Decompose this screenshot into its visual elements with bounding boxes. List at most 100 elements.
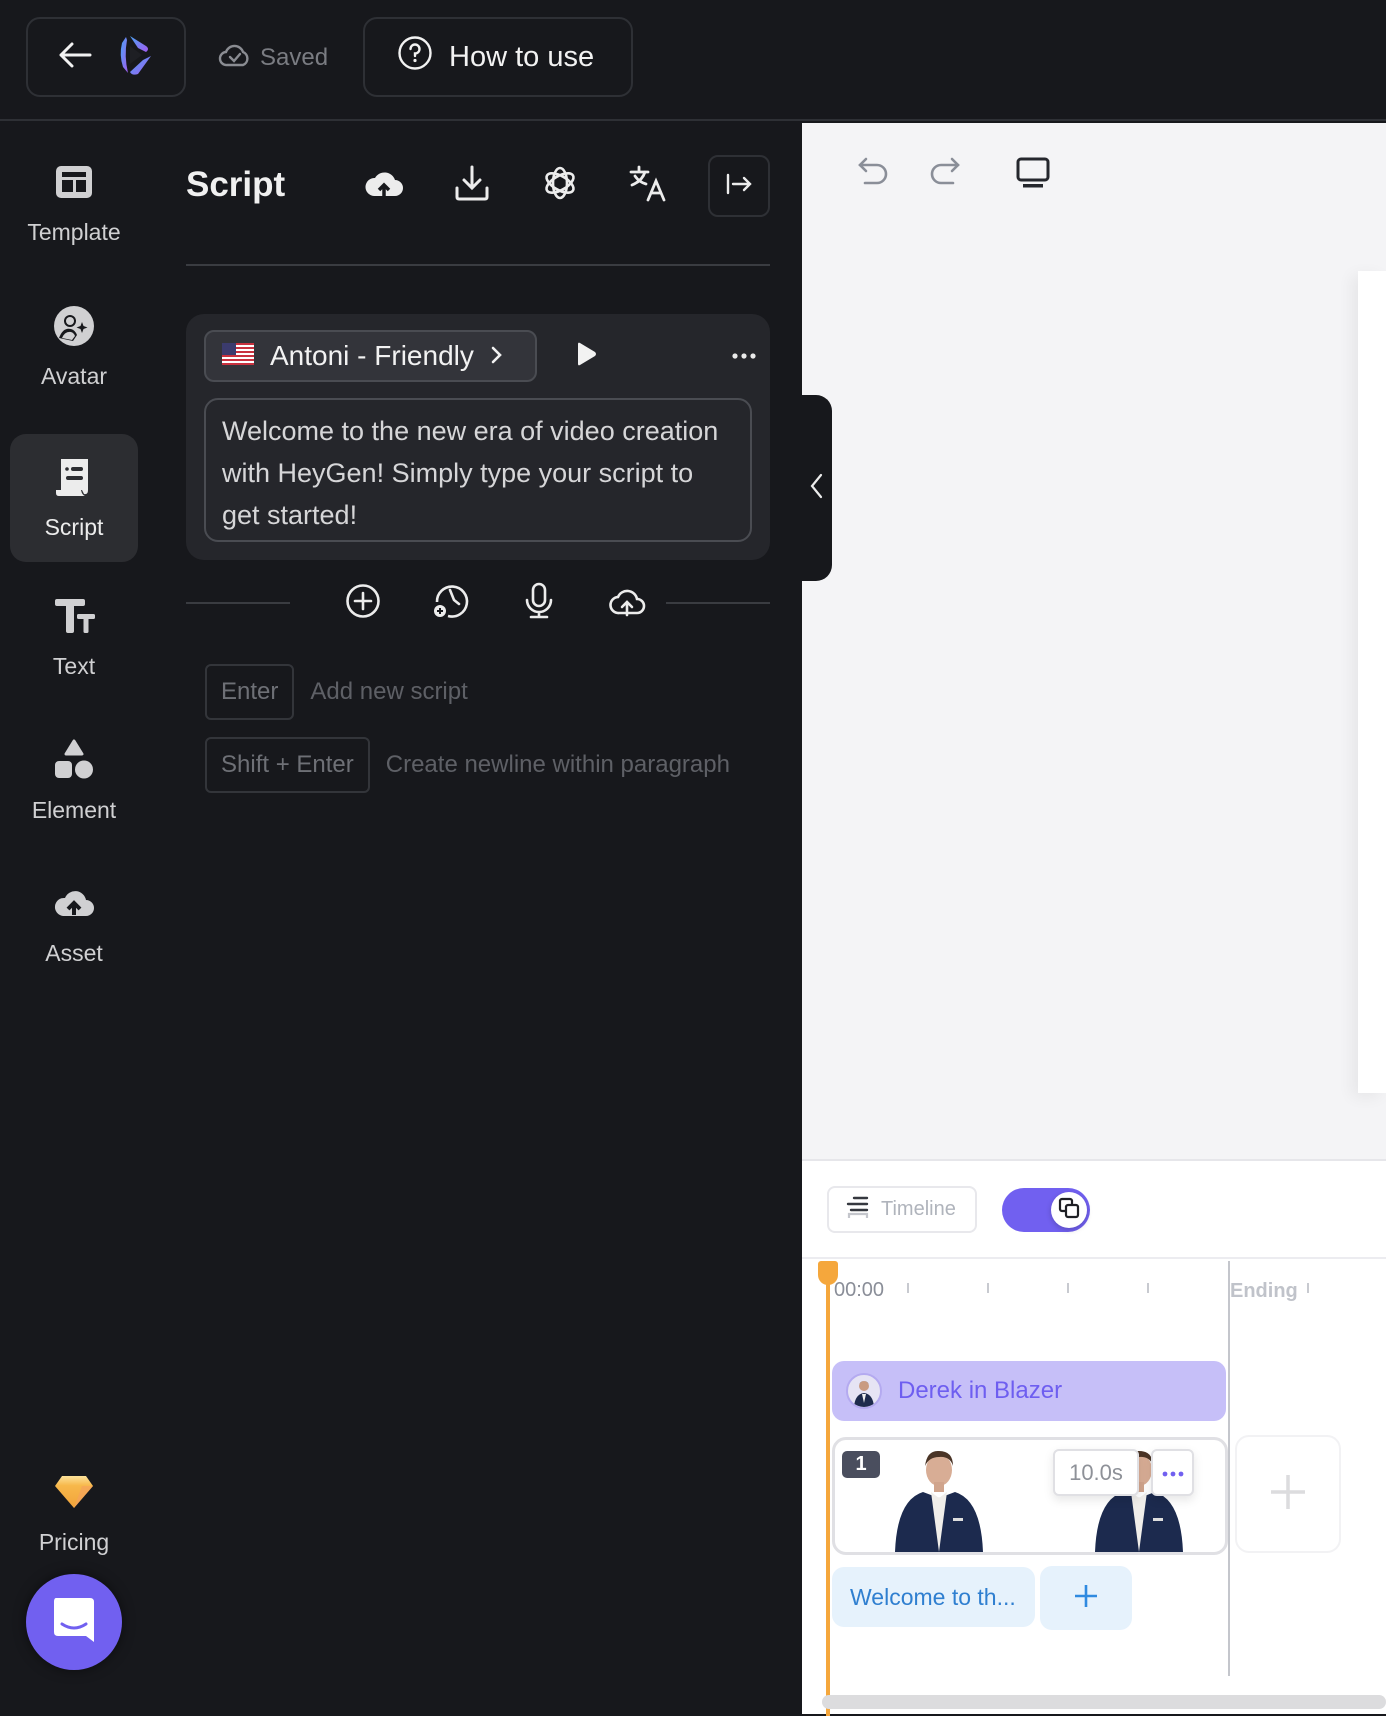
- monitor-icon: [1015, 156, 1051, 195]
- plus-icon: [1073, 1583, 1099, 1614]
- nav-item-element[interactable]: Element: [10, 717, 138, 845]
- ruler-tick: [987, 1283, 989, 1293]
- divider: [186, 264, 770, 266]
- download-icon: [453, 164, 491, 207]
- voice-selector[interactable]: Antoni - Friendly: [204, 330, 537, 382]
- undo-button[interactable]: [852, 153, 896, 197]
- script-icon: [53, 456, 95, 504]
- avatar-preview-image: [893, 1448, 985, 1552]
- add-text-clip-button[interactable]: [1040, 1566, 1132, 1630]
- avatar-thumbnail: [846, 1373, 882, 1409]
- hint-text: Create newline within paragraph: [385, 751, 730, 778]
- nav-label: Avatar: [40, 362, 108, 389]
- ending-label: Ending: [1230, 1278, 1298, 1305]
- ruler-start-time: 00:00: [834, 1279, 885, 1301]
- record-audio-button[interactable]: [519, 582, 559, 625]
- how-to-use-label: How to use: [449, 40, 595, 73]
- download-script-button[interactable]: [450, 163, 494, 207]
- nav-label: Text: [52, 652, 96, 679]
- canvas-area: [802, 123, 1386, 1159]
- back-home-button[interactable]: [26, 17, 186, 97]
- us-flag-icon: [222, 340, 254, 372]
- layers-icon: [1057, 1196, 1081, 1225]
- left-nav: Template Avatar Script Text Element Asse…: [0, 123, 148, 1714]
- help-circle-icon: [397, 35, 433, 79]
- asset-icon: [53, 882, 95, 930]
- ruler-tick: [1307, 1283, 1309, 1293]
- nav-item-template[interactable]: Template: [10, 139, 138, 267]
- support-chat-button[interactable]: [26, 1574, 122, 1670]
- script-more-button[interactable]: [726, 340, 762, 372]
- more-horizontal-icon: [1162, 1464, 1184, 1482]
- ruler-divider: [802, 1257, 1386, 1259]
- chevron-right-icon: [490, 340, 504, 372]
- timeline-scrollbar[interactable]: [822, 1695, 1386, 1709]
- nav-item-pricing[interactable]: Pricing: [10, 1449, 138, 1577]
- timeline-label: Timeline: [881, 1198, 956, 1220]
- save-status: Saved: [218, 40, 328, 76]
- microphone-icon: [524, 582, 554, 625]
- nav-item-avatar[interactable]: Avatar: [10, 283, 138, 411]
- nav-label: Template: [27, 218, 121, 245]
- scene-more-button[interactable]: [1151, 1449, 1194, 1496]
- avatar-track-clip[interactable]: Derek in Blazer: [832, 1361, 1226, 1421]
- top-bar: Saved How to use: [0, 0, 1386, 121]
- ai-script-button[interactable]: [538, 163, 582, 207]
- scene-view-toggle[interactable]: [1002, 1188, 1090, 1232]
- cloud-upload-outline-icon: [608, 585, 646, 622]
- plus-icon: [1268, 1472, 1308, 1517]
- avatar-track-label: Derek in Blazer: [898, 1377, 1063, 1404]
- script-panel: Script Antoni - Friendly Welcome to the …: [148, 123, 802, 1714]
- avatar-icon: [53, 305, 95, 353]
- hint-enter: Enter Add new script: [205, 664, 468, 720]
- nav-label: Asset: [45, 939, 103, 966]
- nav-label: Script: [44, 513, 104, 540]
- add-scene-button[interactable]: [1235, 1435, 1341, 1553]
- translate-button[interactable]: [626, 163, 670, 207]
- timeline-button[interactable]: Timeline: [827, 1186, 977, 1233]
- upload-script-button[interactable]: [362, 163, 406, 207]
- clock-plus-icon: [432, 582, 470, 625]
- script-actions-row: [186, 581, 770, 625]
- hint-shift-enter: Shift + Enter Create newline within para…: [205, 737, 730, 793]
- nav-item-script[interactable]: Script: [10, 434, 138, 562]
- text-track-clip[interactable]: Welcome to th...: [832, 1567, 1035, 1627]
- nav-label: Element: [31, 796, 117, 823]
- play-icon: [575, 342, 597, 371]
- kbd-key: Enter: [205, 664, 295, 720]
- nav-item-asset[interactable]: Asset: [10, 860, 138, 988]
- playhead-handle[interactable]: [818, 1261, 838, 1285]
- redo-button[interactable]: [922, 153, 966, 197]
- preview-device-button[interactable]: [1011, 153, 1055, 197]
- cloud-check-icon: [218, 41, 252, 76]
- expand-collapse-handle[interactable]: [802, 395, 832, 581]
- voice-name: Antoni - Friendly: [270, 340, 474, 371]
- nav-item-text[interactable]: Text: [10, 573, 138, 701]
- arrow-right-to-bar-icon: [725, 172, 753, 201]
- upload-audio-button[interactable]: [607, 583, 647, 623]
- timeline-icon: [845, 1194, 871, 1226]
- scene-duration[interactable]: 10.0s: [1053, 1449, 1139, 1496]
- hint-text: Add new script: [310, 678, 468, 705]
- divider: [186, 602, 290, 604]
- how-to-use-button[interactable]: How to use: [363, 17, 633, 97]
- heygen-logo-icon: [116, 34, 154, 81]
- add-paragraph-button[interactable]: [343, 583, 383, 623]
- ruler-tick: [1147, 1283, 1149, 1293]
- text-icon: [53, 595, 95, 643]
- add-pause-button[interactable]: [431, 583, 471, 623]
- collapse-panel-button[interactable]: [708, 155, 770, 217]
- scene-number-badge: 1: [842, 1451, 880, 1478]
- play-voice-button[interactable]: [568, 338, 604, 374]
- script-text-input[interactable]: Welcome to the new era of video creation…: [204, 398, 752, 542]
- more-horizontal-icon: [731, 347, 757, 365]
- cloud-upload-icon: [364, 166, 404, 205]
- chevron-left-icon: [809, 473, 825, 504]
- diamond-icon: [53, 1471, 95, 1519]
- scene-card[interactable]: 1 10.0s: [832, 1437, 1228, 1555]
- video-canvas[interactable]: [1358, 271, 1386, 1093]
- script-card: Antoni - Friendly Welcome to the new era…: [186, 314, 770, 560]
- kbd-key: Shift + Enter: [205, 737, 370, 793]
- ruler-tick: [907, 1283, 909, 1293]
- timeline-panel: Timeline 00:00 Ending Derek in Blazer 1 …: [802, 1159, 1386, 1716]
